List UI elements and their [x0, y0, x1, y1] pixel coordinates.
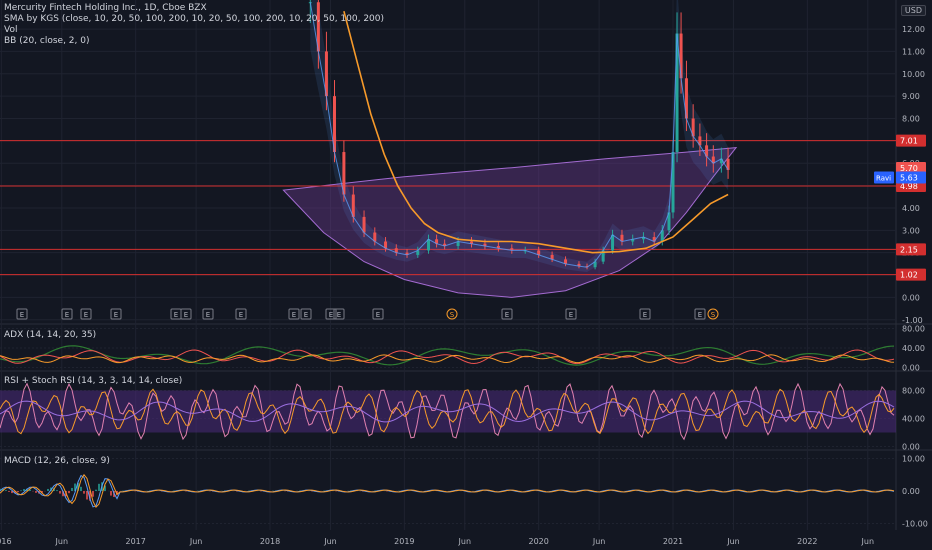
earnings-marker-label: E [329, 311, 333, 319]
pane-y-label: 40.00 [902, 344, 925, 353]
x-tick-label: 2019 [394, 537, 414, 546]
x-tick-label: 2021 [663, 537, 683, 546]
earnings-marker-label: E [337, 311, 341, 319]
level-label: 7.01 [900, 137, 918, 146]
split-marker-label: S [711, 311, 716, 319]
adx-plus-line [0, 345, 895, 366]
symbol-tag-label: Ravi [876, 175, 891, 183]
earnings-marker-label: E [84, 311, 88, 319]
earnings-marker-label: E [184, 311, 188, 319]
x-tick-label: Jun [592, 537, 606, 546]
y-tick-label: 3.00 [902, 226, 920, 235]
pane-y-label: 10.00 [902, 455, 925, 464]
y-tick-label: 4.00 [902, 204, 920, 213]
macd-line [0, 474, 895, 508]
earnings-marker-label: E [65, 311, 69, 319]
earnings-marker-label: E [114, 311, 118, 319]
x-tick-label: Jun [189, 537, 203, 546]
x-tick-label: 2016 [0, 537, 12, 546]
macd-pane-title[interactable]: MACD (12, 26, close, 9) [4, 456, 110, 466]
split-marker-label: S [450, 311, 455, 319]
pane-y-label: -10.00 [902, 520, 928, 529]
candle-body [362, 216, 366, 233]
vol-legend[interactable]: Vol [4, 25, 17, 36]
level-label: 2.15 [900, 245, 918, 254]
earnings-marker-label: E [174, 311, 178, 319]
adx-minus-line [0, 349, 895, 365]
earnings-marker-label: E [569, 311, 573, 319]
x-tick-label: Jun [458, 537, 472, 546]
y-tick-label: 9.00 [902, 92, 920, 101]
earnings-marker-label: E [505, 311, 509, 319]
x-tick-label: Jun [726, 537, 740, 546]
x-tick-label: 2018 [260, 537, 280, 546]
earnings-marker-label: E [376, 311, 380, 319]
rsi-pane-title[interactable]: RSI + Stoch RSI (14, 3, 3, 14, 14, close… [4, 376, 182, 386]
y-tick-label: 10.00 [902, 70, 925, 79]
earnings-marker-label: E [643, 311, 647, 319]
y-tick-label: 0.00 [902, 293, 920, 302]
y-tick-label: 8.00 [902, 115, 920, 124]
y-tick-label: -1.00 [902, 316, 923, 325]
earnings-marker-label: E [239, 311, 243, 319]
pane-y-label: 0.00 [902, 487, 920, 496]
currency-badge[interactable]: USD [900, 5, 926, 16]
y-tick-label: 11.00 [902, 47, 925, 56]
pane-y-label: 80.00 [902, 324, 925, 333]
x-tick-label: Jun [55, 537, 69, 546]
earnings-marker-label: E [698, 311, 702, 319]
earnings-marker-label: E [304, 311, 308, 319]
pane-y-label: 40.00 [902, 415, 925, 424]
chart-canvas[interactable]: 2016 Jun 2017 Jun 2018 Jun 2019 Jun 2020 Jun 2021 J… [0, 0, 932, 550]
pane-y-label: 80.00 [902, 387, 925, 396]
price-tag-label: 5.63 [900, 174, 918, 183]
level-label: 1.02 [900, 271, 918, 280]
x-tick-label: 2017 [125, 537, 145, 546]
x-tick-label: Jun [861, 537, 875, 546]
pane-y-label: 0.00 [902, 364, 920, 373]
earnings-marker-label: E [20, 311, 24, 319]
y-tick-label: 12.00 [902, 25, 925, 34]
pane-y-label: 0.00 [902, 443, 920, 452]
adx-pane-title[interactable]: ADX (14, 14, 20, 35) [4, 330, 96, 340]
chart-stage[interactable]: 2016 Jun 2017 Jun 2018 Jun 2019 Jun 2020 Jun 2021 J… [0, 0, 932, 550]
x-tick-label: 2020 [528, 537, 548, 546]
sma-legend[interactable]: SMA by KGS (close, 10, 20, 50, 100, 200,… [4, 14, 384, 25]
signal-line [0, 473, 895, 508]
symbol-title[interactable]: Mercurity Fintech Holding Inc., 1D, Cboe… [4, 3, 207, 14]
earnings-marker-label: E [292, 311, 296, 319]
earnings-marker-label: E [206, 311, 210, 319]
bb-legend[interactable]: BB (20, close, 2, 0) [4, 36, 89, 47]
x-tick-label: 2022 [797, 537, 817, 546]
x-tick-label: Jun [323, 537, 337, 546]
